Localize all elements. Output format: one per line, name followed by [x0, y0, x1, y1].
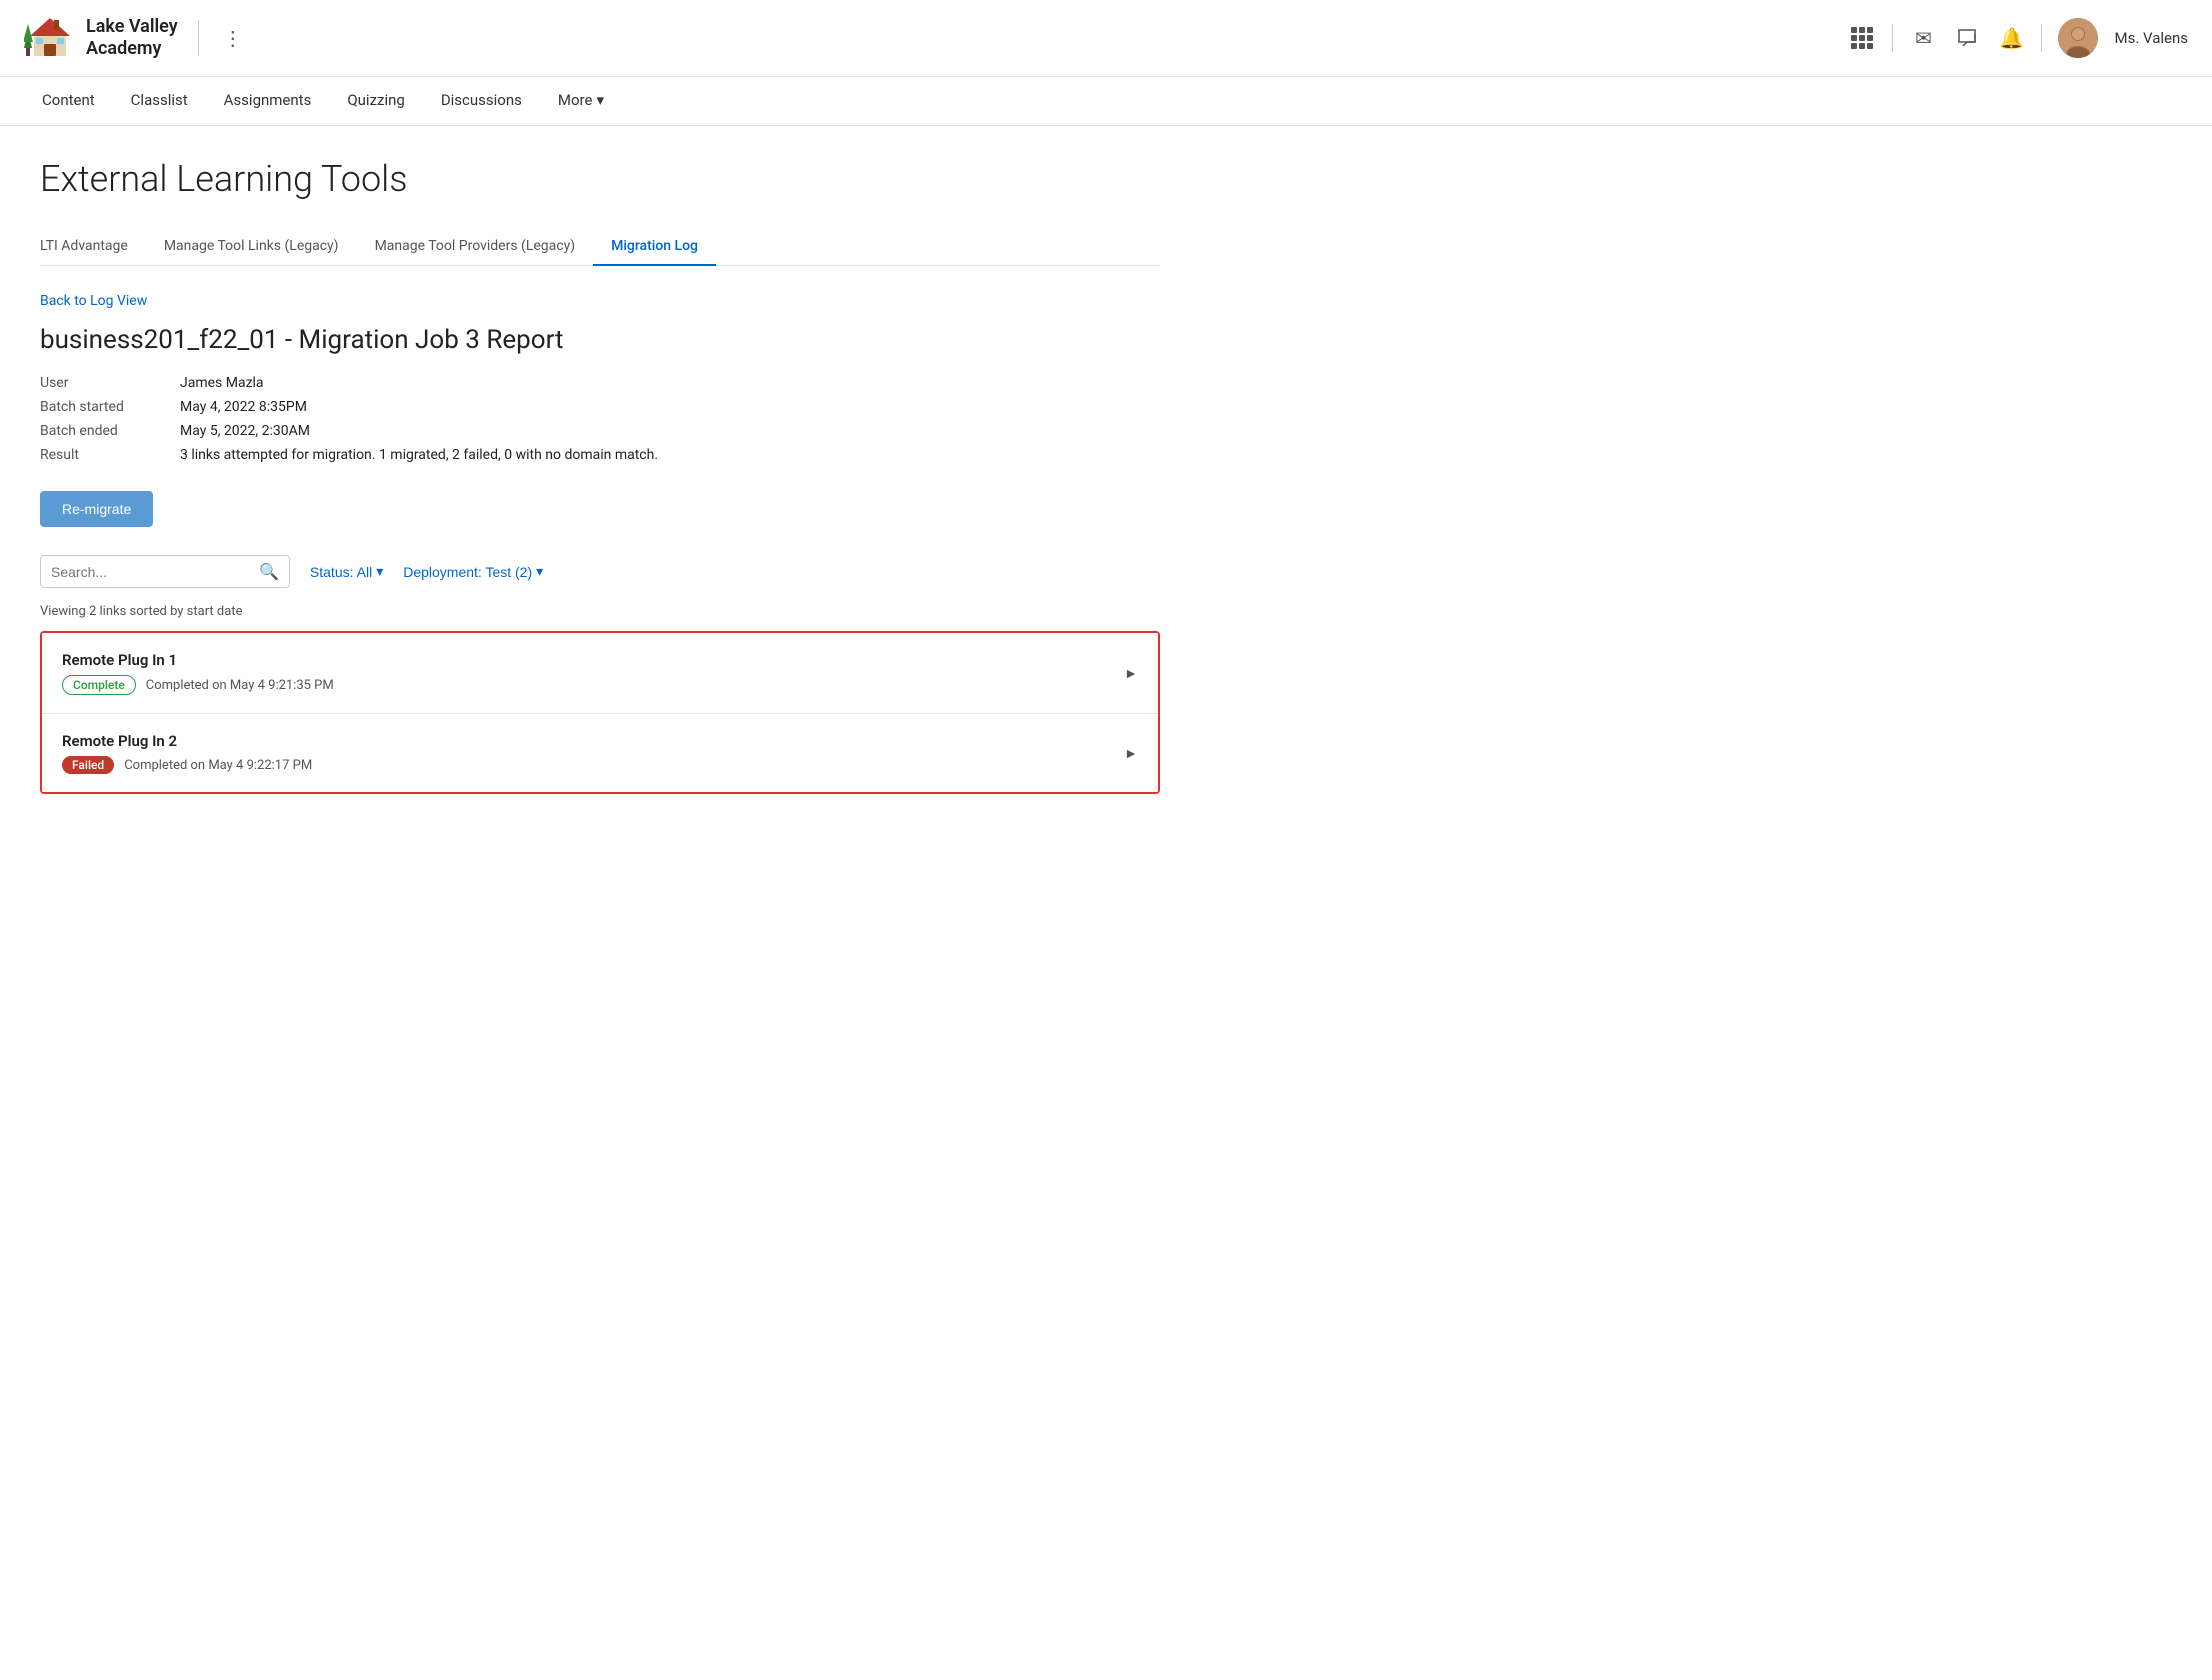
chevron-down-icon: ▾ [376, 563, 383, 580]
results-container: Remote Plug In 1 Complete Completed on M… [40, 631, 1160, 794]
meta-label-user: User [40, 375, 180, 391]
bell-icon[interactable]: 🔔 [1997, 24, 2025, 52]
school-logo[interactable] [24, 10, 76, 66]
list-item: Remote Plug In 1 Complete Completed on M… [42, 633, 1158, 714]
nav-item-quizzing[interactable]: Quizzing [329, 77, 422, 125]
badge-complete-1: Complete [62, 675, 136, 695]
chevron-down-icon: ▾ [536, 563, 543, 580]
nav-item-more[interactable]: More ▾ [540, 77, 622, 125]
report-meta: User James Mazla Batch started May 4, 20… [40, 375, 1160, 463]
school-name: Lake ValleyAcademy [86, 16, 178, 59]
result-item-meta-2: Failed Completed on May 4 9:22:17 PM [62, 756, 1124, 774]
tab-manage-tool-links[interactable]: Manage Tool Links (Legacy) [146, 228, 357, 266]
header: Lake ValleyAcademy ⋮ ✉ 🔔 [0, 0, 2212, 77]
icon-divider-1 [1892, 24, 1893, 52]
tab-manage-tool-providers[interactable]: Manage Tool Providers (Legacy) [357, 228, 594, 266]
meta-label-batch-ended: Batch ended [40, 423, 180, 439]
viewing-info: Viewing 2 links sorted by start date [40, 604, 1160, 619]
deployment-filter-button[interactable]: Deployment: Test (2) ▾ [403, 563, 543, 580]
result-item-name-2: Remote Plug In 2 [62, 732, 1124, 750]
page-content: External Learning Tools LTI Advantage Ma… [0, 126, 1200, 826]
meta-value-result: 3 links attempted for migration. 1 migra… [180, 447, 1160, 463]
dots-menu-icon[interactable]: ⋮ [219, 24, 247, 52]
tab-migration-log[interactable]: Migration Log [593, 228, 716, 266]
chat-icon[interactable] [1953, 24, 1981, 52]
header-left: Lake ValleyAcademy ⋮ [24, 10, 247, 66]
meta-value-batch-ended: May 5, 2022, 2:30AM [180, 423, 1160, 439]
user-name-label: Ms. Valens [2114, 29, 2188, 47]
nav-item-assignments[interactable]: Assignments [206, 77, 330, 125]
result-item-date-1: Completed on May 4 9:21:35 PM [146, 678, 334, 693]
result-item-name-1: Remote Plug In 1 [62, 651, 1124, 669]
search-icon[interactable]: 🔍 [259, 562, 279, 581]
meta-value-batch-started: May 4, 2022 8:35PM [180, 399, 1160, 415]
mail-icon[interactable]: ✉ [1909, 24, 1937, 52]
badge-failed-2: Failed [62, 756, 114, 774]
chevron-down-icon: ▾ [596, 91, 604, 109]
main-nav: Content Classlist Assignments Quizzing D… [0, 77, 2212, 126]
icon-divider-2 [2041, 24, 2042, 52]
result-item-left-2: Remote Plug In 2 Failed Completed on May… [62, 732, 1124, 774]
tabs-container: LTI Advantage Manage Tool Links (Legacy)… [40, 228, 1160, 266]
page-title: External Learning Tools [40, 158, 1160, 200]
search-input[interactable] [51, 564, 251, 580]
meta-label-batch-started: Batch started [40, 399, 180, 415]
tab-lti-advantage[interactable]: LTI Advantage [40, 228, 146, 266]
list-item: Remote Plug In 2 Failed Completed on May… [42, 714, 1158, 792]
status-filter-button[interactable]: Status: All ▾ [310, 563, 383, 580]
nav-item-classlist[interactable]: Classlist [113, 77, 206, 125]
grid-apps-icon[interactable] [1848, 24, 1876, 52]
expand-icon-1[interactable]: ► [1124, 665, 1138, 682]
result-item-left-1: Remote Plug In 1 Complete Completed on M… [62, 651, 1124, 695]
header-right: ✉ 🔔 Ms. Valens [1848, 18, 2188, 58]
meta-label-result: Result [40, 447, 180, 463]
result-item-date-2: Completed on May 4 9:22:17 PM [124, 758, 312, 773]
header-divider [198, 20, 199, 56]
report-title: business201_f22_01 - Migration Job 3 Rep… [40, 325, 1160, 355]
remigrate-button[interactable]: Re-migrate [40, 491, 153, 527]
nav-item-discussions[interactable]: Discussions [423, 77, 540, 125]
nav-item-content[interactable]: Content [24, 77, 113, 125]
expand-icon-2[interactable]: ► [1124, 745, 1138, 762]
search-box: 🔍 [40, 555, 290, 588]
avatar[interactable] [2058, 18, 2098, 58]
search-filter-row: 🔍 Status: All ▾ Deployment: Test (2) ▾ [40, 555, 1160, 588]
result-item-meta-1: Complete Completed on May 4 9:21:35 PM [62, 675, 1124, 695]
meta-value-user: James Mazla [180, 375, 1160, 391]
back-to-log-view-link[interactable]: Back to Log View [40, 293, 147, 309]
